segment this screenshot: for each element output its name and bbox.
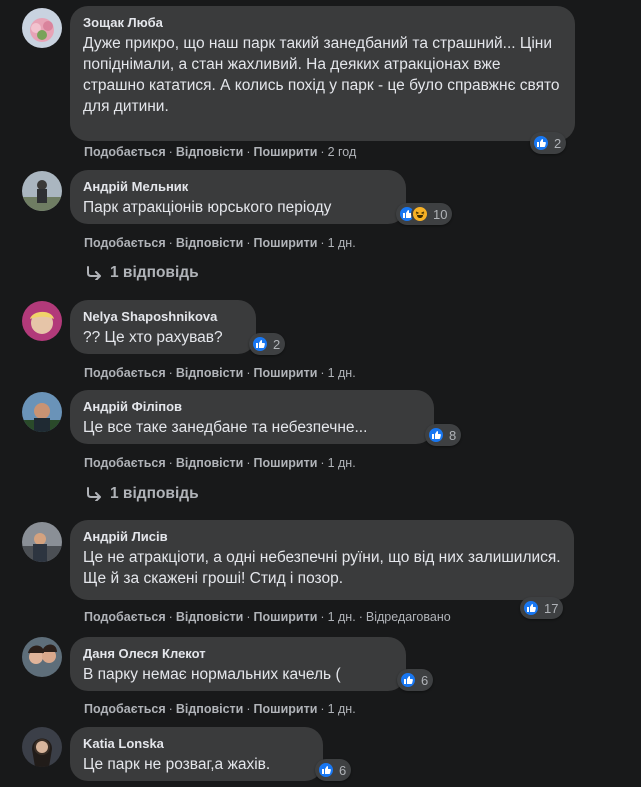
like-button[interactable]: Подобається	[84, 366, 166, 380]
comment-timestamp[interactable]: 2 год	[328, 145, 357, 159]
comment-actions: Подобається · Відповісти · Поширити · 1 дн.	[84, 702, 356, 716]
comment-text: Це не атракціоти, а одні небезпечні руїн…	[83, 549, 561, 587]
reaction-count: 17	[544, 600, 559, 616]
comment-timestamp[interactable]: 1 дн.	[328, 236, 356, 250]
like-icon	[532, 134, 550, 152]
like-icon	[399, 671, 417, 689]
avatar[interactable]	[22, 727, 62, 767]
like-button[interactable]: Подобається	[84, 145, 166, 159]
reaction-summary[interactable]: 2	[249, 333, 286, 355]
like-button[interactable]: Подобається	[84, 456, 166, 470]
comment-author[interactable]: Katia Lonska	[83, 736, 311, 752]
view-replies-link[interactable]: 1 відповідь	[86, 485, 199, 503]
comment-author[interactable]: Андрій Мельник	[83, 179, 394, 195]
reaction-count: 6	[421, 672, 429, 688]
reply-button[interactable]: Відповісти	[176, 145, 244, 159]
share-button[interactable]: Поширити	[254, 456, 318, 470]
reply-arrow-icon	[87, 266, 101, 280]
reaction-summary[interactable]: 10	[396, 203, 453, 225]
comment-bubble: Андрій Лисів Це не атракціоти, а одні не…	[70, 520, 574, 600]
reaction-summary[interactable]: 6	[315, 759, 352, 781]
edited-label[interactable]: Відредаговано	[366, 610, 451, 624]
comment-author[interactable]: Зощак Люба	[83, 15, 563, 31]
comment-timestamp[interactable]: 1 дн.	[328, 610, 356, 624]
share-button[interactable]: Поширити	[254, 236, 318, 250]
view-replies-link[interactable]: 1 відповідь	[86, 264, 199, 282]
comment-author[interactable]: Андрій Філіпов	[83, 399, 422, 415]
reply-button[interactable]: Відповісти	[176, 610, 244, 624]
reply-button[interactable]: Відповісти	[176, 236, 244, 250]
comment-text: ?? Це хто рахував?	[83, 329, 223, 346]
reaction-count: 2	[554, 135, 562, 151]
like-icon	[251, 335, 269, 353]
comment-text: Парк атракціонів юрського періоду	[83, 199, 332, 216]
reaction-summary[interactable]: 8	[425, 424, 462, 446]
comment-bubble: Андрій Мельник Парк атракціонів юрського…	[70, 170, 406, 224]
like-button[interactable]: Подобається	[84, 236, 166, 250]
reaction-summary[interactable]: 17	[520, 597, 564, 619]
share-button[interactable]: Поширити	[254, 610, 318, 624]
reaction-summary[interactable]: 2	[530, 132, 567, 154]
replies-count-label: 1 відповідь	[110, 264, 199, 281]
comment-bubble: Даня Олеся Клекот В парку немає нормальн…	[70, 637, 406, 691]
avatar[interactable]	[22, 637, 62, 677]
reaction-count: 2	[273, 336, 281, 352]
avatar[interactable]	[22, 392, 62, 432]
avatar[interactable]	[22, 301, 62, 341]
comment-author[interactable]: Андрій Лисів	[83, 529, 562, 545]
comment-text: Це парк не розваг,а жахів.	[83, 756, 271, 773]
comment-actions: Подобається · Відповісти · Поширити · 2 год	[84, 145, 357, 159]
reply-button[interactable]: Відповісти	[176, 366, 244, 380]
avatar[interactable]	[22, 522, 62, 562]
share-button[interactable]: Поширити	[254, 702, 318, 716]
like-button[interactable]: Подобається	[84, 610, 166, 624]
comment-timestamp[interactable]: 1 дн.	[328, 366, 356, 380]
comment-text: Це все таке занедбане та небезпечне...	[83, 419, 368, 436]
comment-text: Дуже прикро, що наш парк такий занедбани…	[83, 35, 560, 115]
replies-count-label: 1 відповідь	[110, 485, 199, 502]
avatar[interactable]	[22, 8, 62, 48]
comment-actions: Подобається · Відповісти · Поширити · 1 дн.	[84, 456, 356, 470]
reaction-count: 10	[433, 206, 448, 222]
comment-bubble: Nelya Shaposhnikova ?? Це хто рахував?	[70, 300, 256, 354]
reaction-count: 6	[339, 762, 347, 778]
haha-icon	[411, 205, 429, 223]
comment-author[interactable]: Nelya Shaposhnikova	[83, 309, 244, 325]
comment-text: В парку немає нормальних качель (	[83, 666, 341, 683]
like-icon	[522, 599, 540, 617]
comment-bubble: Андрій Філіпов Це все таке занедбане та …	[70, 390, 434, 444]
reaction-summary[interactable]: 6	[397, 669, 434, 691]
reply-button[interactable]: Відповісти	[176, 702, 244, 716]
comment-timestamp[interactable]: 1 дн.	[328, 456, 356, 470]
reply-button[interactable]: Відповісти	[176, 456, 244, 470]
comment-author[interactable]: Даня Олеся Клекот	[83, 646, 394, 662]
comment-timestamp[interactable]: 1 дн.	[328, 702, 356, 716]
comment-bubble: Katia Lonska Це парк не розваг,а жахів.	[70, 727, 323, 781]
reaction-count: 8	[449, 427, 457, 443]
reply-arrow-icon	[87, 487, 101, 501]
like-icon	[427, 426, 445, 444]
like-button[interactable]: Подобається	[84, 702, 166, 716]
avatar[interactable]	[22, 171, 62, 211]
comment-bubble: Зощак Люба Дуже прикро, що наш парк таки…	[70, 6, 575, 141]
share-button[interactable]: Поширити	[254, 366, 318, 380]
comment-actions: Подобається · Відповісти · Поширити · 1 дн.	[84, 366, 356, 380]
comment-actions: Подобається · Відповісти · Поширити · 1 дн. · Ві…	[84, 610, 451, 624]
share-button[interactable]: Поширити	[254, 145, 318, 159]
like-icon	[317, 761, 335, 779]
comment-actions: Подобається · Відповісти · Поширити · 1 дн.	[84, 236, 356, 250]
